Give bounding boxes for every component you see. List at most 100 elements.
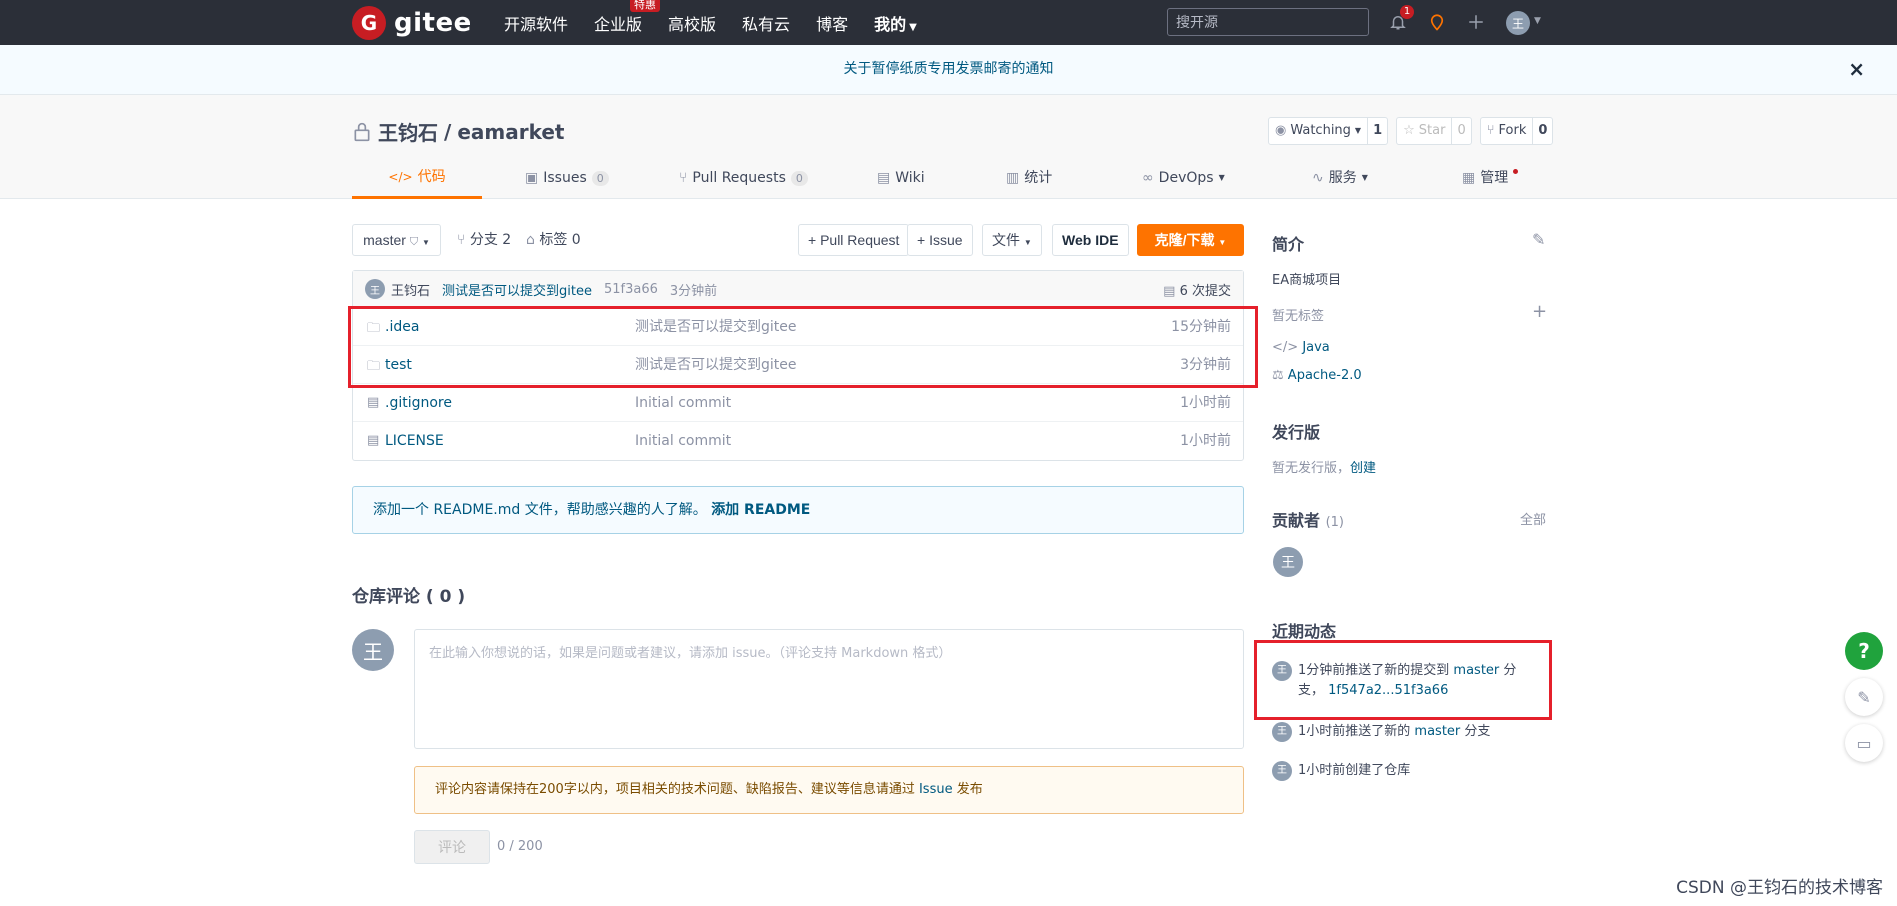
nav-link-blog[interactable]: 博客 (816, 11, 848, 35)
branch-selector[interactable]: master ⛉ ▼ (352, 224, 441, 256)
all-contributors-link[interactable]: 全部 (1520, 509, 1546, 528)
tab-pr-label: Pull Requests (692, 170, 786, 186)
web-ide-button[interactable]: Web IDE (1052, 224, 1129, 256)
activity-item: 王 1分钟前推送了新的提交到 master 分支， 1f547a2...51f3… (1272, 661, 1552, 701)
commit-author-avatar[interactable]: 王 (365, 279, 385, 299)
star-button[interactable]: ☆ Star 0 (1396, 117, 1472, 145)
release-title: 发行版 (1272, 423, 1321, 442)
watch-button[interactable]: ◉ Watching ▼ 1 (1268, 117, 1389, 145)
add-readme-link[interactable]: 添加 README (711, 502, 810, 518)
close-icon[interactable]: × (1848, 45, 1865, 93)
tab-services[interactable]: ∿ 服务 ▼ (1312, 157, 1368, 199)
commit-count-link[interactable]: ▤ 6 次提交 (1163, 280, 1231, 299)
feedback-button[interactable]: ✎ (1845, 678, 1883, 716)
nav-link-mine[interactable]: 我的 ▼ (874, 11, 917, 35)
pulse-icon: ∿ (1312, 170, 1324, 186)
repo-name-link[interactable]: eamarket (457, 120, 564, 144)
infinity-icon: ∞ (1142, 170, 1154, 186)
nav-link-opensource[interactable]: 开源软件 (504, 11, 568, 35)
file-row[interactable]: ▤ LICENSE Initial commit 1小时前 (353, 422, 1243, 460)
fork-label: Fork (1498, 123, 1527, 138)
activity-branch-link[interactable]: master (1414, 724, 1460, 739)
activity-avatar[interactable]: 王 (1272, 661, 1292, 681)
comment-input[interactable] (414, 629, 1244, 749)
clone-download-button[interactable]: 克隆/下载 ▼ (1137, 224, 1244, 256)
file-name[interactable]: LICENSE (385, 422, 444, 460)
activity-item: 王 1小时前推送了新的 master 分支 (1272, 722, 1552, 742)
create-button[interactable] (1464, 10, 1488, 34)
notification-count: 1 (1400, 5, 1414, 19)
commit-time: 3分钟前 (669, 283, 718, 299)
readme-hint: 添加一个 README.md 文件，帮助感兴趣的人了解。 添加 README (352, 486, 1244, 534)
file-time: 1小时前 (1180, 433, 1231, 449)
file-name[interactable]: .gitignore (385, 384, 452, 422)
star-icon: ☆ (1403, 123, 1415, 138)
branches-label: 分支 2 (469, 232, 512, 248)
nav-link-university[interactable]: 高校版 (668, 11, 716, 35)
file-row[interactable]: ▤ .gitignore Initial commit 1小时前 (353, 384, 1243, 422)
commit-message[interactable]: 测试是否可以提交到gitee (442, 280, 592, 299)
notification-bell[interactable]: 1 (1386, 5, 1414, 34)
tab-manage-label: 管理 (1480, 170, 1509, 186)
no-tags-text: 暂无标签 (1272, 309, 1325, 324)
tab-devops[interactable]: ∞ DevOps ▼ (1142, 157, 1225, 199)
license-item: ⚖ Apache-2.0 (1272, 368, 1362, 383)
repo-actions: ◉ Watching ▼ 1 ☆ Star 0 ⑂ Fork 0 (1268, 117, 1554, 145)
activity-avatar[interactable]: 王 (1272, 761, 1292, 781)
promo-badge: 特惠 (630, 0, 661, 12)
file-menu-button[interactable]: 文件 ▼ (982, 224, 1042, 256)
help-button[interactable]: ? (1845, 632, 1883, 670)
tab-stats[interactable]: ▥ 统计 (1006, 157, 1052, 199)
commit-author[interactable]: 王钧石 (391, 280, 430, 299)
char-counter: 0 / 200 (497, 839, 543, 854)
latest-commit-row: 王 王钧石 测试是否可以提交到gitee 51f3a66 3分钟前 ▤ 6 次提… (353, 271, 1243, 308)
tab-wiki[interactable]: ▤ Wiki (877, 157, 925, 199)
gitee-logo[interactable]: G gitee (352, 6, 472, 40)
notice-link[interactable]: 关于暂停纸质专用发票邮寄的通知 (844, 61, 1054, 77)
file-commit-message[interactable]: Initial commit (635, 422, 731, 460)
activity-commit-range[interactable]: 1f547a2...51f3a66 (1328, 683, 1448, 698)
file-menu-label: 文件 (992, 232, 1020, 248)
tab-code[interactable]: </> 代码 (352, 157, 482, 199)
book-icon: ▤ (877, 170, 891, 186)
activity-avatar[interactable]: 王 (1272, 722, 1292, 742)
create-release-link[interactable]: 创建 (1350, 461, 1376, 476)
map-pin-button[interactable] (1425, 10, 1449, 34)
language-link[interactable]: Java (1302, 340, 1329, 355)
new-issue-button[interactable]: + Issue (907, 224, 973, 256)
file-icon: ▤ (367, 395, 380, 410)
branches-link[interactable]: ⑂ 分支 2 (457, 224, 511, 256)
user-avatar[interactable]: 王 (1506, 11, 1530, 35)
avatar-chevron-down-icon[interactable]: ▼ (1534, 16, 1541, 26)
issue-link[interactable]: Issue (919, 782, 953, 797)
commit-hash[interactable]: 51f3a66 (604, 282, 658, 297)
contributor-avatar[interactable]: 王 (1273, 547, 1303, 577)
tab-manage[interactable]: ▦ 管理 (1462, 157, 1519, 199)
file-commit-message[interactable]: Initial commit (635, 384, 731, 422)
bar-chart-icon: ▥ (1006, 170, 1020, 186)
activity-branch-link[interactable]: master (1453, 663, 1499, 678)
fork-button[interactable]: ⑂ Fork 0 (1479, 117, 1554, 145)
code-icon: </> (388, 169, 413, 184)
new-pull-request-button[interactable]: + Pull Request (798, 224, 910, 256)
commit-count: 6 次提交 (1179, 283, 1231, 299)
star-count: 0 (1457, 123, 1466, 138)
tab-pull-requests[interactable]: ⑂ Pull Requests 0 (679, 157, 808, 199)
repo-owner-link[interactable]: 王钧石 (378, 117, 438, 146)
nav-link-private-cloud[interactable]: 私有云 (742, 11, 790, 35)
edit-icon[interactable]: ✎ (1532, 230, 1545, 249)
tags-link[interactable]: ⌂ 标签 0 (526, 224, 581, 256)
file-icon: ▤ (367, 433, 380, 448)
license-link[interactable]: Apache-2.0 (1288, 368, 1362, 383)
readme-hint-text: 添加一个 README.md 文件，帮助感兴趣的人了解。 (373, 502, 707, 518)
tab-issues-label: Issues (543, 170, 587, 186)
chat-button[interactable]: ▭ (1845, 724, 1883, 762)
tab-issues[interactable]: ▣ Issues 0 (525, 157, 609, 199)
nav-link-enterprise[interactable]: 企业版 特惠 (594, 0, 661, 35)
submit-comment-button[interactable]: 评论 (414, 830, 490, 864)
search-input[interactable] (1167, 8, 1369, 36)
contributors-title-label: 贡献者 (1272, 511, 1321, 530)
shield-icon: ⛉ (409, 236, 419, 248)
unread-dot (1513, 168, 1519, 174)
add-tag-icon[interactable]: + (1532, 301, 1547, 322)
